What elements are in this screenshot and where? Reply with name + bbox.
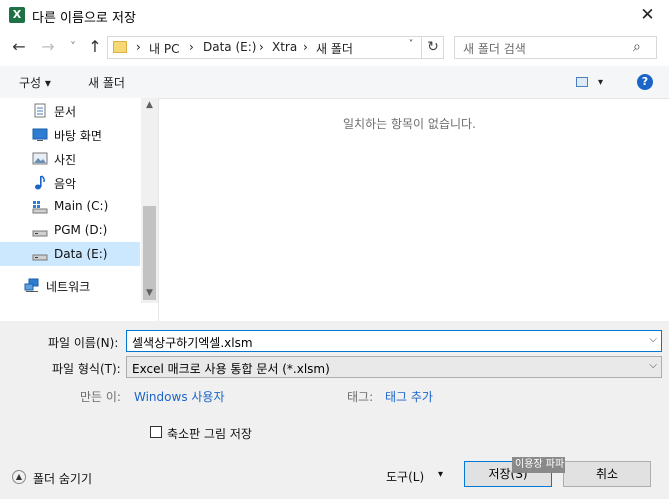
breadcrumb-new-folder[interactable]: 새 폴더 (316, 40, 353, 57)
tools-button[interactable]: 도구(L) (386, 468, 424, 485)
breadcrumb-separator: › (303, 40, 308, 54)
nav-item-label: 문서 (54, 105, 77, 119)
nav-item-label: 바탕 화면 (54, 129, 102, 143)
up-button[interactable]: ↑ (85, 37, 105, 57)
nav-item-label: 음악 (54, 177, 77, 191)
filetype-label: 파일 형식(T): (52, 362, 121, 376)
address-dropdown-button[interactable]: ˅ (404, 39, 418, 50)
breadcrumb-xtra[interactable]: Xtra (272, 40, 297, 54)
author-value[interactable]: Windows 사용자 (134, 388, 225, 405)
cancel-button[interactable]: 취소 (563, 461, 651, 487)
excel-app-icon: X (9, 7, 25, 23)
save-thumbnail-label[interactable]: 축소판 그림 저장 (167, 425, 252, 442)
hide-folders-button[interactable]: 폴더 숨기기 (33, 470, 92, 487)
breadcrumb-data-drive[interactable]: Data (E:) (203, 40, 256, 54)
filename-input[interactable]: 셀색상구하기엑셀.xlsm (132, 334, 253, 351)
help-icon[interactable]: ? (637, 74, 653, 90)
folder-icon (113, 41, 127, 53)
document-icon (32, 103, 48, 118)
nav-item-main-c[interactable]: Main (C:) (0, 194, 140, 218)
nav-item-label: Main (C:) (54, 199, 109, 213)
drive-c-icon (32, 199, 48, 214)
nav-item-desktop[interactable]: 바탕 화면 (0, 122, 140, 146)
search-icon[interactable]: ⌕ (633, 39, 641, 55)
search-input[interactable]: 새 폴더 검색 (463, 40, 526, 57)
close-button[interactable]: ✕ (626, 0, 669, 30)
filetype-select[interactable]: Excel 매크로 사용 통합 문서 (*.xlsm) ⌵ (126, 356, 662, 378)
scroll-down-icon[interactable]: ▼ (141, 288, 158, 298)
nav-item-documents[interactable]: 문서 (0, 98, 140, 122)
chevron-down-icon[interactable]: ⌵ (649, 334, 657, 345)
nav-item-pgm-d[interactable]: PGM (D:) (0, 218, 140, 242)
author-label: 만든 이: (80, 390, 121, 404)
scrollbar-thumb[interactable] (143, 206, 156, 300)
refresh-button[interactable]: ↻ (421, 36, 444, 59)
scroll-up-icon[interactable]: ▲ (141, 100, 158, 110)
nav-item-network[interactable]: 네트워크 (0, 273, 132, 297)
desktop-icon (32, 127, 48, 141)
nav-item-pictures[interactable]: 사진 (0, 146, 140, 170)
add-tag-link[interactable]: 태그 추가 (385, 388, 433, 405)
forward-button[interactable]: → (38, 37, 58, 57)
nav-item-music[interactable]: 음악 (0, 170, 140, 194)
nav-item-data-e[interactable]: Data (E:) (0, 242, 140, 266)
chevron-down-icon[interactable]: ⌵ (649, 360, 657, 371)
network-icon (24, 278, 40, 292)
overlay-tooltip: 이용장 파파 (512, 457, 565, 473)
dialog-title: 다른 이름으로 저장 (32, 11, 136, 26)
save-thumbnail-checkbox[interactable] (150, 426, 162, 438)
organize-button[interactable]: 구성 ▾ (19, 74, 51, 91)
drive-icon (32, 223, 48, 237)
breadcrumb-separator: › (189, 40, 194, 54)
breadcrumb-separator: › (259, 40, 264, 54)
filetype-value: Excel 매크로 사용 통합 문서 (*.xlsm) (132, 362, 330, 376)
view-options-icon[interactable] (576, 77, 588, 87)
breadcrumb-this-pc[interactable]: 내 PC (149, 40, 179, 57)
nav-item-label: 사진 (54, 153, 77, 167)
new-folder-button[interactable]: 새 폴더 (88, 74, 125, 91)
nav-item-label: Data (E:) (54, 247, 108, 261)
recent-locations-button[interactable]: ˅ (63, 37, 83, 57)
view-dropdown-button[interactable]: ▾ (598, 77, 603, 88)
filename-label: 파일 이름(N): (48, 336, 119, 350)
empty-folder-message: 일치하는 항목이 없습니다. (343, 117, 476, 131)
pictures-icon (32, 151, 48, 165)
back-button[interactable]: ← (9, 37, 29, 57)
breadcrumb-separator: › (136, 40, 141, 54)
filename-field[interactable]: 셀색상구하기엑셀.xlsm ⌵ (126, 330, 662, 352)
tags-label: 태그: (347, 390, 374, 404)
tools-dropdown-icon[interactable]: ▾ (438, 469, 443, 480)
drive-icon (32, 247, 48, 261)
music-icon (32, 175, 48, 190)
nav-item-label: PGM (D:) (54, 223, 108, 237)
chevron-up-icon[interactable]: ▲ (12, 470, 26, 484)
nav-item-label: 네트워크 (46, 280, 91, 294)
